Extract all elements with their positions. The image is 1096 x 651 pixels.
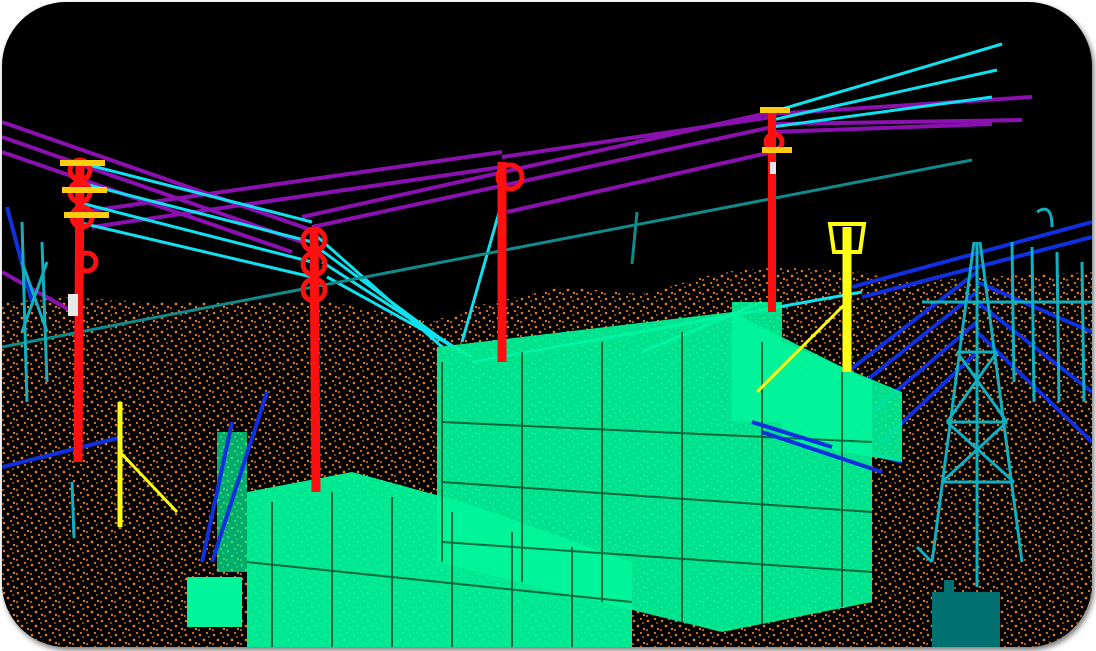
- point-cloud-scene: [2, 42, 1092, 647]
- point-cloud-frame: [2, 2, 1092, 647]
- white-marker: [68, 294, 78, 316]
- pole-2: [309, 229, 321, 493]
- white-marker-2: [770, 162, 776, 174]
